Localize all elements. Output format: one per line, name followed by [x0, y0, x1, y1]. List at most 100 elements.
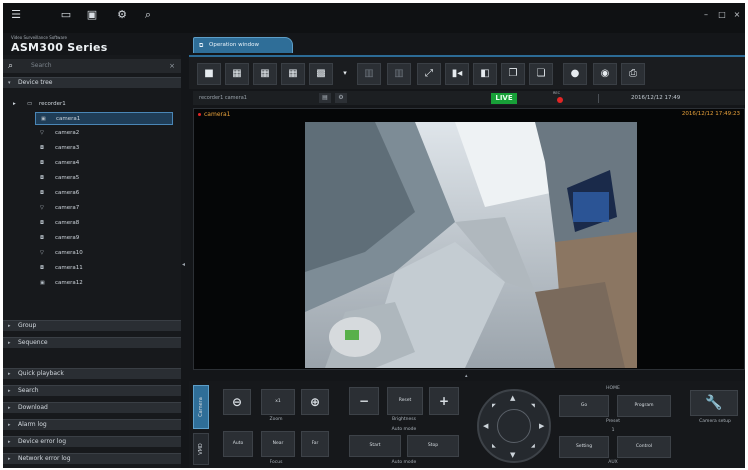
playback-icon[interactable]: ▮◂ [445, 63, 469, 85]
camera-icon: ◘ [40, 190, 44, 196]
zoom-out-button[interactable]: ⊖ [223, 389, 251, 415]
pan-down-icon[interactable]: ▼ [510, 451, 515, 459]
fullscreen-icon[interactable]: ⤢ [417, 63, 441, 85]
focus-far-button[interactable]: Far [301, 431, 329, 457]
aux-control-button[interactable]: Control [617, 436, 671, 458]
aux-setting-button[interactable]: Setting [559, 436, 609, 458]
splitter-handle-icon[interactable]: ▴ [465, 373, 468, 379]
pan-right-icon[interactable]: ▶ [539, 422, 544, 430]
collapse-sidebar-icon[interactable]: ◂ [182, 261, 185, 268]
section-device-tree[interactable]: ▾ Device tree [3, 77, 181, 88]
section-quick-playback[interactable]: ▸ Quick playback [3, 368, 181, 379]
tab-label: Operation window [209, 42, 259, 48]
camera-label: camera9 [55, 235, 80, 241]
pan-down-right-icon[interactable]: ◢ [531, 443, 535, 449]
automode-stop-button[interactable]: Stop [407, 435, 459, 457]
tab-vmd[interactable]: VMD [193, 433, 209, 465]
tree-item-camera2[interactable]: ▽ camera2 [35, 127, 173, 140]
search-input[interactable]: Search [31, 59, 52, 73]
section-device-error-log[interactable]: ▸ Device error log [3, 436, 181, 447]
section-label: Device error log [18, 438, 67, 445]
camera-label: camera8 [55, 220, 80, 226]
video-viewer[interactable]: camera1 2016/12/12 17:49:23 [193, 108, 745, 370]
section-search[interactable]: ▸ Search [3, 385, 181, 396]
settings-icon[interactable]: ⚙ [115, 8, 129, 22]
layout-1-icon[interactable]: ■ [197, 63, 221, 85]
tree-item-camera9[interactable]: ◘ camera9 [35, 232, 173, 245]
camera-icon: ◘ [40, 145, 44, 151]
section-alarm-log[interactable]: ▸ Alarm log [3, 419, 181, 430]
ptz-joystick[interactable]: ▲ ▼ ◀ ▶ ◤ ◥ ◣ ◢ [477, 389, 551, 463]
tree-node-recorder[interactable]: ▸ ▭ recorder1 [11, 99, 171, 109]
brand-title: ASM300 Series [11, 41, 108, 54]
next-page-icon[interactable]: ▥ [387, 63, 411, 85]
layout-6-icon[interactable]: ▦ [253, 63, 277, 85]
tree-item-camera12[interactable]: ▣ camera12 [35, 277, 173, 290]
tree-item-camera7[interactable]: ▽ camera7 [35, 202, 173, 215]
search-icon[interactable]: ⌕ [141, 8, 155, 22]
tree-item-camera3[interactable]: ◘ camera3 [35, 142, 173, 155]
maximize-button[interactable]: □ [717, 10, 727, 20]
search-box[interactable]: ⌕ Search × [3, 59, 181, 73]
monitor-icon[interactable]: ▭ [59, 8, 73, 22]
section-download[interactable]: ▸ Download [3, 402, 181, 413]
camera-icon: ▽ [40, 250, 44, 256]
record-icon[interactable]: ● [563, 63, 587, 85]
preset-program-button[interactable]: Program [617, 395, 671, 417]
minimize-button[interactable]: – [701, 10, 711, 20]
pan-down-left-icon[interactable]: ◣ [492, 443, 496, 449]
sequence-icon[interactable]: ◧ [473, 63, 497, 85]
section-group[interactable]: ▸ Group [3, 320, 181, 331]
layout-16-icon[interactable]: ▩ [309, 63, 333, 85]
camera-icon: ▣ [40, 280, 45, 286]
tree-item-camera11[interactable]: ◘ camera11 [35, 262, 173, 275]
automode-start-button[interactable]: Start [349, 435, 401, 457]
brightness-decrease-button[interactable]: − [349, 387, 379, 415]
menu-icon[interactable]: ☰ [9, 8, 23, 22]
camera-icon[interactable]: ◉ [593, 63, 617, 85]
prev-page-icon[interactable]: ▥ [357, 63, 381, 85]
tree-item-camera4[interactable]: ◘ camera4 [35, 157, 173, 170]
focus-near-button[interactable]: Near [261, 431, 295, 457]
layout-9-icon[interactable]: ▦ [281, 63, 305, 85]
print-icon[interactable]: ⎙ [621, 63, 645, 85]
list-icon[interactable]: ▤ [319, 93, 331, 103]
zoom-in-button[interactable]: ⊕ [301, 389, 329, 415]
focus-auto-button[interactable]: Auto [223, 431, 253, 457]
display-icon[interactable]: ▣ [85, 8, 99, 22]
paste-icon[interactable]: ❏ [529, 63, 553, 85]
layout-4-icon[interactable]: ▦ [225, 63, 249, 85]
pan-up-left-icon[interactable]: ◤ [492, 403, 496, 409]
camera-label: camera7 [55, 205, 80, 211]
brightness-reset-button[interactable]: Reset [387, 387, 423, 415]
camera-label: camera10 [55, 250, 83, 256]
tree-item-camera8[interactable]: ◘ camera8 [35, 217, 173, 230]
pan-up-icon[interactable]: ▲ [510, 394, 515, 402]
camera-feed-image [305, 122, 637, 368]
pan-left-icon[interactable]: ◀ [483, 422, 488, 430]
section-sequence[interactable]: ▸ Sequence [3, 337, 181, 348]
breadcrumb: recorder1 camera1 [199, 95, 247, 101]
close-button[interactable]: × [732, 10, 742, 20]
copy-icon[interactable]: ❐ [501, 63, 525, 85]
camera-setup-button[interactable]: 🔧 [690, 390, 738, 416]
tree-item-camera5[interactable]: ◘ camera5 [35, 172, 173, 185]
brightness-increase-button[interactable]: + [429, 387, 459, 415]
tab-camera[interactable]: Camera [193, 385, 209, 429]
section-network-error-log[interactable]: ▸ Network error log [3, 453, 181, 464]
tree-item-camera1[interactable]: ▣ camera1 [35, 112, 173, 125]
preset-go-button[interactable]: Go [559, 395, 609, 417]
section-label: Sequence [18, 339, 48, 346]
tree-item-camera6[interactable]: ◘ camera6 [35, 187, 173, 200]
section-label: Search [18, 387, 39, 394]
rec-dot-icon [198, 113, 201, 116]
zoom-x1-button[interactable]: x1 [261, 389, 295, 415]
settings-icon[interactable]: ⚙ [335, 93, 347, 103]
pan-up-right-icon[interactable]: ◥ [531, 403, 535, 409]
layout-dropdown-icon[interactable]: ▾ [339, 63, 351, 85]
tab-operation-window[interactable]: ⧉ Operation window [193, 37, 293, 53]
rec-label: REC [553, 91, 561, 95]
ptz-center[interactable] [497, 409, 531, 443]
tree-item-camera10[interactable]: ▽ camera10 [35, 247, 173, 260]
clear-search-icon[interactable]: × [169, 59, 175, 73]
